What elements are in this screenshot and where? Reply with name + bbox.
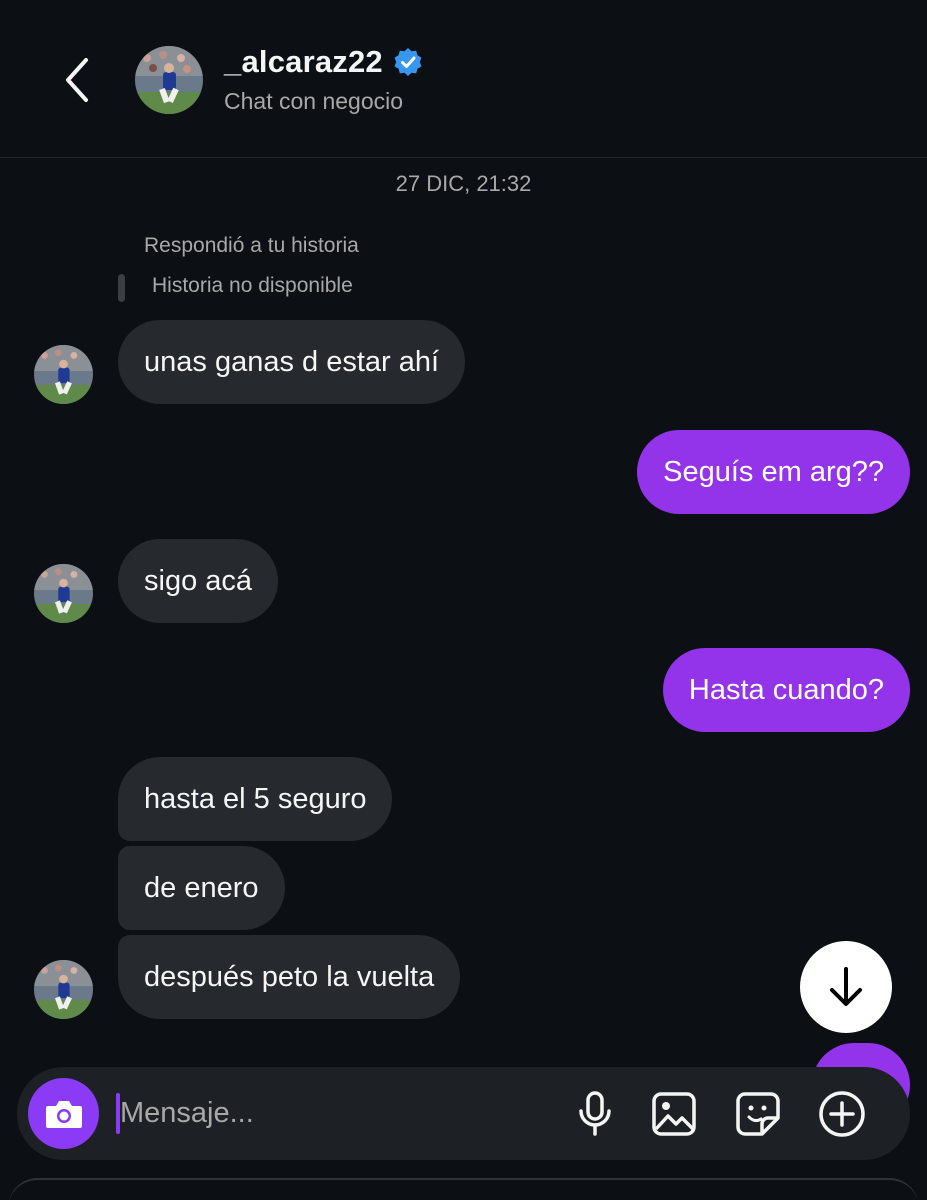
avatar-image [135, 46, 203, 114]
message-composer [17, 1067, 910, 1160]
chevron-left-icon [66, 58, 88, 102]
outgoing-message[interactable]: Hasta cuando? [662, 648, 910, 732]
incoming-message[interactable]: de enero [118, 846, 285, 930]
message-text: Hasta cuando? [688, 673, 884, 706]
thread-header: _alcaraz22 Chat con negocio [0, 0, 927, 158]
image-icon [652, 1092, 696, 1136]
account-type-label: Chat con negocio [224, 88, 404, 114]
message-text: unas ganas d estar ahí [144, 345, 440, 378]
message-text: hasta el 5 seguro [144, 782, 367, 815]
sticker-button[interactable] [733, 1089, 783, 1139]
avatar[interactable] [34, 345, 93, 404]
more-options-button[interactable] [817, 1089, 867, 1139]
message-timestamp: 27 DIC, 21:32 [395, 171, 532, 196]
avatar-image [34, 345, 93, 404]
username: _alcaraz22 [224, 44, 383, 79]
avatar-image [34, 960, 93, 1019]
plus-circle-icon [819, 1091, 865, 1137]
message-text: sigo acá [144, 564, 253, 597]
avatar[interactable] [34, 960, 93, 1019]
message-input[interactable] [120, 1087, 560, 1139]
message-text: después peto la vuelta [144, 960, 435, 993]
camera-icon [45, 1100, 82, 1128]
microphone-icon [579, 1091, 611, 1136]
incoming-message[interactable]: hasta el 5 seguro [118, 757, 393, 841]
avatar-image [34, 564, 93, 623]
username-row[interactable]: _alcaraz22 [224, 44, 423, 80]
verified-badge-icon [394, 48, 422, 76]
message-text: de enero [144, 871, 259, 904]
story-unavailable-text: Historia no disponible [152, 274, 353, 297]
message-text: Seguís em arg?? [663, 455, 884, 488]
camera-button[interactable] [28, 1078, 99, 1149]
sticker-icon [736, 1092, 780, 1136]
microphone-button[interactable] [570, 1089, 620, 1139]
gallery-button[interactable] [649, 1089, 699, 1139]
avatar[interactable] [135, 46, 203, 114]
incoming-message[interactable]: sigo acá [118, 539, 279, 623]
story-reply-label: Respondió a tu historia [144, 234, 359, 257]
incoming-message[interactable]: unas ganas d estar ahí [118, 320, 466, 404]
avatar[interactable] [34, 564, 93, 623]
back-button[interactable] [52, 52, 102, 108]
scroll-to-bottom-button[interactable] [800, 941, 892, 1033]
bottom-sheet-edge [8, 1178, 919, 1200]
incoming-message[interactable]: después peto la vuelta [118, 935, 461, 1019]
outgoing-message[interactable]: Seguís em arg?? [637, 430, 910, 514]
dm-thread-screen: _alcaraz22 Chat con negocio 27 DIC, 21:3… [0, 0, 927, 1200]
arrow-down-icon [830, 967, 862, 1006]
story-reply-bar [118, 274, 125, 302]
